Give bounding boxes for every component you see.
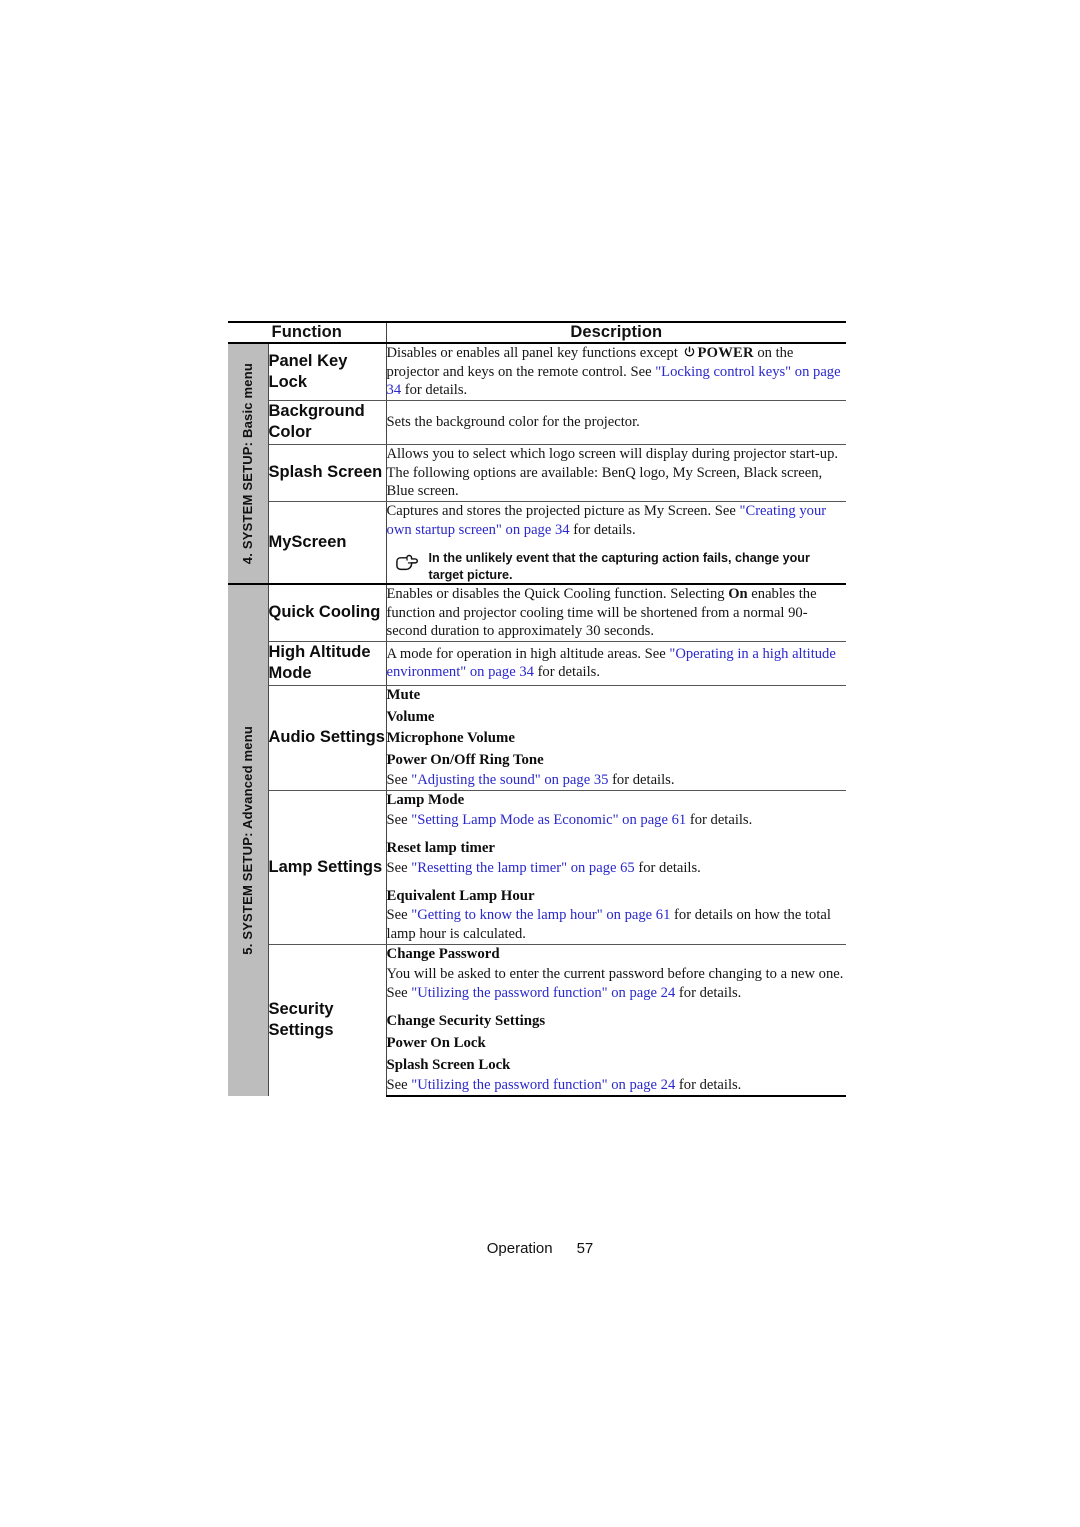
desc-text-2: for details. bbox=[608, 772, 675, 789]
function-name-quick-cooling: Quick Cooling bbox=[268, 582, 387, 642]
settings-table: Function Description 4. SYSTEM SETUP: Ba… bbox=[228, 321, 847, 1097]
function-name-panel-key-lock: Panel Key Lock bbox=[268, 343, 387, 402]
table-row: Splash Screen Allows you to select which… bbox=[228, 444, 847, 502]
sub-item-detail: See "Getting to know the lamp hour" on p… bbox=[387, 906, 847, 944]
function-name-lamp-settings: Lamp Settings bbox=[268, 790, 387, 946]
desc-text-2: for details. bbox=[533, 664, 600, 681]
table-row: High Altitude Mode A mode for operation … bbox=[228, 641, 847, 686]
settings-table-wrapper: Function Description 4. SYSTEM SETUP: Ba… bbox=[228, 321, 847, 1097]
page-footer: Operation 57 bbox=[0, 1240, 1080, 1257]
sub-item-heading: Power On Lock bbox=[386, 1034, 486, 1051]
description-quick-cooling: Enables or disables the Quick Cooling fu… bbox=[386, 582, 847, 642]
sub-item-heading: Splash Screen Lock bbox=[386, 1056, 511, 1073]
desc-text-3: for details. bbox=[401, 382, 468, 399]
desc-text-2: for details. bbox=[675, 1076, 742, 1093]
description-audio-settings: Mute Volume Microphone Volume Power On/O… bbox=[386, 685, 847, 792]
pointing-hand-icon bbox=[393, 552, 419, 574]
desc-text-2: for details. bbox=[634, 859, 701, 876]
option-value-on: On bbox=[728, 585, 748, 602]
description-myscreen: Captures and stores the projected pictur… bbox=[386, 501, 847, 585]
cross-reference-link[interactable]: "Adjusting the sound" on page 35 bbox=[411, 772, 608, 788]
sub-item-heading: Microphone Volume bbox=[386, 730, 515, 747]
sub-item-detail: See "Adjusting the sound" on page 35 for… bbox=[387, 771, 847, 790]
cross-reference-link[interactable]: "Setting Lamp Mode as Economic" on page … bbox=[411, 812, 686, 828]
description-splash-screen: Allows you to select which logo screen w… bbox=[386, 444, 847, 502]
sub-item: Lamp Mode See "Setting Lamp Mode as Econ… bbox=[387, 791, 847, 830]
sub-item-detail: You will be asked to enter the current p… bbox=[387, 965, 847, 1003]
sub-item-heading: Volume bbox=[386, 708, 435, 725]
sub-item: Equivalent Lamp Hour See "Getting to kno… bbox=[387, 887, 847, 945]
table-header-row: Function Description bbox=[228, 321, 847, 344]
sub-item: Microphone Volume bbox=[387, 729, 847, 749]
sidebar-section-label: 4. SYSTEM SETUP: Basic menu bbox=[240, 362, 256, 565]
table-row: Lamp Settings Lamp Mode See "Setting Lam… bbox=[228, 790, 847, 946]
description-background-color: Sets the background color for the projec… bbox=[386, 400, 847, 445]
desc-text: See bbox=[386, 811, 412, 828]
note-block: In the unlikely event that the capturing… bbox=[387, 550, 847, 583]
desc-text: See bbox=[386, 907, 412, 924]
cross-reference-link[interactable]: "Utilizing the password function" on pag… bbox=[411, 985, 675, 1001]
note-text: In the unlikely event that the capturing… bbox=[428, 551, 810, 582]
sub-item-heading: Lamp Mode bbox=[386, 792, 465, 809]
desc-text-2: for details. bbox=[675, 985, 742, 1002]
sub-item-heading: Equivalent Lamp Hour bbox=[386, 887, 535, 904]
table-row: 5. SYSTEM SETUP: Advanced menu Quick Coo… bbox=[228, 582, 847, 1096]
table-row: Audio Settings Mute Volume Microphone Vo… bbox=[228, 685, 847, 792]
sidebar-section-label: 5. SYSTEM SETUP: Advanced menu bbox=[240, 725, 256, 955]
desc-text: Allows you to select which logo screen w… bbox=[386, 445, 839, 500]
sub-item-heading: Reset lamp timer bbox=[386, 839, 495, 856]
sub-item: Reset lamp timer See "Resetting the lamp… bbox=[387, 839, 847, 878]
table-row: MyScreen Captures and stores the project… bbox=[228, 501, 847, 585]
sub-item-heading: Change Password bbox=[386, 946, 500, 963]
desc-text: A mode for operation in high altitude ar… bbox=[386, 645, 670, 662]
sub-item-detail: See "Resetting the lamp timer" on page 6… bbox=[387, 859, 847, 878]
sub-item: Power On Lock bbox=[387, 1034, 847, 1054]
sub-item: Change Security Settings bbox=[387, 1012, 847, 1032]
power-icon bbox=[683, 346, 696, 359]
desc-text: Sets the background color for the projec… bbox=[386, 414, 640, 431]
desc-text: See bbox=[386, 772, 412, 789]
sub-item: Volume bbox=[387, 708, 847, 728]
sub-item-detail: See "Setting Lamp Mode as Economic" on p… bbox=[387, 811, 847, 830]
description-lamp-settings: Lamp Mode See "Setting Lamp Mode as Econ… bbox=[386, 790, 847, 946]
desc-text: Captures and stores the projected pictur… bbox=[386, 502, 740, 519]
desc-text: Enables or disables the Quick Cooling fu… bbox=[386, 585, 729, 602]
description-high-altitude-mode: A mode for operation in high altitude ar… bbox=[386, 641, 847, 686]
sub-item: Mute bbox=[387, 686, 847, 706]
cross-reference-link[interactable]: "Utilizing the password function" on pag… bbox=[411, 1077, 675, 1093]
sub-item: Power On/Off Ring Tone See "Adjusting th… bbox=[387, 751, 847, 790]
desc-text: See bbox=[386, 1076, 412, 1093]
footer-chapter-label: Operation bbox=[486, 1240, 553, 1257]
description-security-settings: Change Password You will be asked to ent… bbox=[386, 944, 847, 1097]
desc-text-2: for details. bbox=[686, 811, 753, 828]
desc-text: See bbox=[386, 859, 412, 876]
manual-page: Function Description 4. SYSTEM SETUP: Ba… bbox=[0, 0, 1080, 1527]
table-row: Security Settings Change Password You wi… bbox=[228, 944, 847, 1097]
function-name-high-altitude-mode: High Altitude Mode bbox=[268, 641, 387, 686]
sidebar-section-advanced-menu: 5. SYSTEM SETUP: Advanced menu bbox=[228, 582, 269, 1096]
table-row: 4. SYSTEM SETUP: Basic menu Panel Key Lo… bbox=[228, 343, 847, 584]
desc-text: Disables or enables all panel key functi… bbox=[386, 345, 682, 361]
function-name-security-settings: Security Settings bbox=[268, 944, 387, 1096]
column-header-function: Function bbox=[228, 321, 387, 344]
function-name-splash-screen: Splash Screen bbox=[268, 444, 387, 502]
sub-item: Splash Screen Lock See "Utilizing the pa… bbox=[387, 1056, 847, 1095]
sub-item-heading: Mute bbox=[386, 686, 421, 703]
cross-reference-link[interactable]: "Getting to know the lamp hour" on page … bbox=[411, 907, 670, 923]
power-word: POWER bbox=[697, 345, 754, 361]
description-panel-key-lock: Disables or enables all panel key functi… bbox=[386, 343, 847, 402]
sub-item: Change Password You will be asked to ent… bbox=[387, 945, 847, 1003]
cross-reference-link[interactable]: "Resetting the lamp timer" on page 65 bbox=[411, 860, 634, 876]
function-name-myscreen: MyScreen bbox=[268, 501, 387, 585]
sub-item-heading: Power On/Off Ring Tone bbox=[386, 752, 544, 769]
table-row: Background Color Sets the background col… bbox=[228, 400, 847, 445]
sidebar-section-basic-menu: 4. SYSTEM SETUP: Basic menu bbox=[228, 343, 269, 584]
sub-item-heading: Change Security Settings bbox=[386, 1013, 546, 1030]
function-name-background-color: Background Color bbox=[268, 400, 387, 445]
function-name-audio-settings: Audio Settings bbox=[268, 685, 387, 792]
footer-page-number: 57 bbox=[576, 1240, 594, 1257]
column-header-description: Description bbox=[386, 321, 847, 344]
sub-item-detail: See "Utilizing the password function" on… bbox=[387, 1076, 847, 1095]
desc-text-2: for details. bbox=[569, 521, 636, 538]
